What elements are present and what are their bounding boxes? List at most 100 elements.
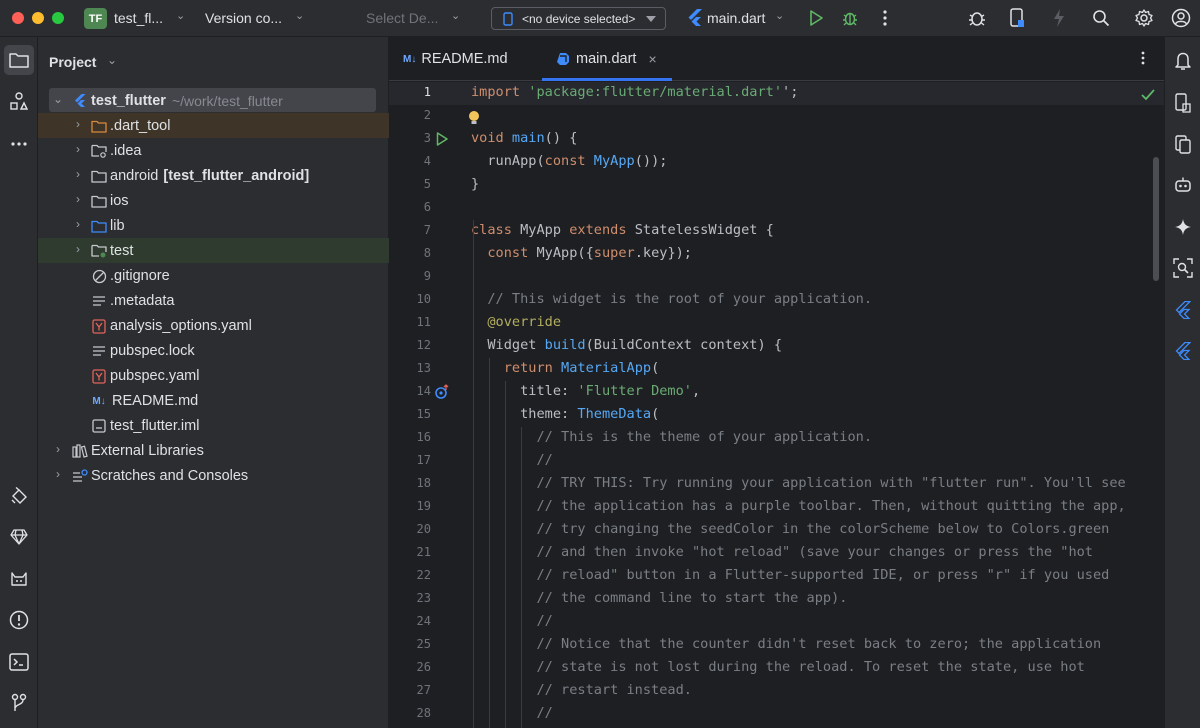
code-token: (BuildContext context) { [585, 337, 783, 353]
project-switcher[interactable]: test_fl... [114, 10, 163, 26]
inspection-ok-icon[interactable] [1141, 89, 1155, 101]
tree-item-analysis-options[interactable]: analysis_options.yaml [38, 313, 389, 338]
code-area[interactable]: 28 //27 // restart instead. 26 // state i… [389, 82, 1164, 728]
intention-bulb-icon[interactable] [466, 110, 482, 126]
tree-item-scratches[interactable]: › Scratches and Consoles [38, 463, 389, 488]
tree-item-test[interactable]: › test [38, 238, 389, 263]
editor-scrollbar[interactable] [1153, 157, 1159, 281]
device-file-explorer-icon[interactable] [1171, 91, 1195, 115]
code-line[interactable]: 5} [389, 174, 1164, 197]
code-line[interactable]: 1 import 'package:flutter/material.dart''… [389, 82, 1164, 105]
config-select[interactable]: Select De... [366, 10, 438, 26]
tree-item-dart-tool[interactable]: › .dart_tool [38, 113, 389, 138]
code-line[interactable]: 6 [389, 197, 1164, 220]
tab-main-dart[interactable]: main.dart × [556, 51, 657, 67]
chevron-right-icon[interactable]: › [72, 242, 84, 256]
project-tool-icon[interactable] [4, 45, 34, 75]
close-tab-icon[interactable]: × [648, 51, 656, 67]
ai-sparkle-icon[interactable] [1171, 215, 1195, 239]
flutter-outline-icon[interactable] [1171, 298, 1195, 322]
code-line[interactable]: 13 return MaterialApp( [389, 358, 1164, 381]
chevron-down-icon: ⌄ [295, 10, 305, 22]
tree-root[interactable]: ⌄ test_flutter ~/work/test_flutter [38, 88, 389, 113]
run-main-icon[interactable] [434, 131, 450, 147]
tree-item-metadata[interactable]: .metadata [38, 288, 389, 313]
device-select[interactable]: <no device selected> [491, 7, 666, 30]
run-icon[interactable] [805, 7, 827, 29]
inspector-icon[interactable] [1171, 256, 1195, 280]
git-icon[interactable] [4, 688, 34, 718]
close-window-button[interactable] [12, 12, 24, 24]
code-token: MyApp [593, 153, 635, 169]
debug-icon[interactable] [839, 7, 861, 29]
paint-icon[interactable] [4, 481, 34, 511]
override-marker-icon[interactable] [434, 384, 450, 400]
code-line[interactable]: 2 [389, 105, 1164, 128]
dart-icon [557, 53, 569, 65]
chevron-right-icon[interactable]: › [72, 217, 84, 231]
code-line[interactable]: 3 void main() { [389, 128, 1164, 151]
chevron-right-icon[interactable]: › [72, 192, 84, 206]
code-line[interactable]: 8 const MyApp({super.key}); [389, 243, 1164, 266]
code-line[interactable]: 9 [389, 266, 1164, 289]
tree-item-ios[interactable]: › ios [38, 188, 389, 213]
robot-icon[interactable] [1171, 173, 1195, 197]
text-file-icon [91, 293, 107, 309]
chevron-right-icon[interactable]: › [72, 167, 84, 181]
code-token: // try changing the seedColor in the col… [471, 521, 1110, 537]
search-icon[interactable] [1090, 7, 1112, 29]
gem-icon[interactable] [4, 522, 34, 552]
notifications-icon[interactable] [1171, 49, 1195, 73]
tree-item-label: .idea [110, 143, 142, 159]
settings-gear-icon[interactable] [1133, 7, 1155, 29]
problems-icon[interactable] [4, 605, 34, 635]
chevron-right-icon[interactable]: › [52, 467, 64, 481]
code-line[interactable]: 12 Widget build(BuildContext context) { [389, 335, 1164, 358]
tree-item-iml[interactable]: test_flutter.iml [38, 413, 389, 438]
chevron-down-icon[interactable]: ⌄ [107, 53, 117, 67]
tree-item-android[interactable]: › android [test_flutter_android] [38, 163, 389, 188]
tree-item-external-libraries[interactable]: › External Libraries [38, 438, 389, 463]
code-line[interactable]: 7 class MyApp extends StatelessWidget { [389, 220, 1164, 243]
code-line[interactable]: 4 runApp(const MyApp()); [389, 151, 1164, 174]
code-line[interactable]: 11 @override [389, 312, 1164, 335]
chevron-right-icon[interactable]: › [52, 442, 64, 456]
tree-item-pubspec-yaml[interactable]: pubspec.yaml [38, 363, 389, 388]
chevron-down-icon[interactable]: ⌄ [52, 92, 64, 106]
clipboard-icon[interactable] [1171, 132, 1195, 156]
chevron-right-icon[interactable]: › [72, 117, 84, 131]
tree-item-label: android [110, 168, 159, 184]
tree-item-gitignore[interactable]: .gitignore [38, 263, 389, 288]
tree-item-pubspec-lock[interactable]: pubspec.lock [38, 338, 389, 363]
tree-item-lib[interactable]: › lib [38, 213, 389, 238]
account-icon[interactable] [1170, 7, 1192, 29]
hot-reload-icon[interactable] [1048, 7, 1070, 29]
zoom-window-button[interactable] [52, 12, 64, 24]
cat-icon[interactable] [4, 564, 34, 594]
code-line[interactable]: 10 // This widget is the root of your ap… [389, 289, 1164, 312]
code-token: extends [569, 222, 635, 238]
tree-item-idea[interactable]: › .idea [38, 138, 389, 163]
flutter-performance-icon[interactable] [1171, 339, 1195, 363]
device-manager-icon[interactable] [1006, 7, 1028, 29]
more-tools-icon[interactable] [4, 129, 34, 159]
code-text: runApp(const MyApp()); [471, 153, 667, 169]
code-text: import 'package:flutter/material.dart''; [471, 84, 798, 100]
project-badge[interactable]: TF [84, 8, 107, 29]
more-actions-icon[interactable] [874, 7, 896, 29]
tree-item-readme[interactable]: M↓ README.md [38, 388, 389, 413]
bug-settings-icon[interactable] [966, 7, 988, 29]
minimize-window-button[interactable] [32, 12, 44, 24]
tree-item-label: External Libraries [91, 443, 204, 459]
chevron-right-icon[interactable]: › [72, 142, 84, 156]
tab-readme[interactable]: M↓ README.md [403, 51, 508, 67]
terminal-icon[interactable] [4, 647, 34, 677]
tab-options-icon[interactable] [1141, 51, 1145, 68]
code-token: import [471, 84, 529, 100]
structure-icon[interactable] [4, 86, 34, 116]
run-config-file[interactable]: main.dart [707, 10, 765, 26]
excluded-folder-icon [91, 118, 107, 134]
project-panel-title[interactable]: Project [49, 54, 96, 70]
vcs-widget[interactable]: Version co... [205, 10, 282, 26]
folder-icon [91, 168, 107, 184]
